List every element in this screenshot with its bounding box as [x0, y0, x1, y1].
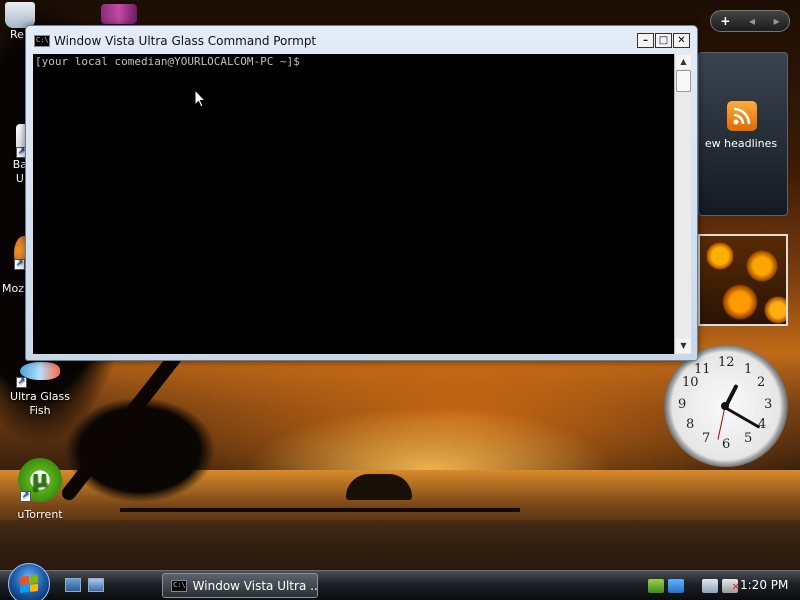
console-prompt: [your local comedian@YOURLOCALCOM-PC ~]$ [35, 55, 300, 68]
mouse-cursor-icon [194, 89, 206, 108]
taskbar-button-label: Window Vista Ultra ... [192, 578, 318, 593]
sidebar-next-button[interactable]: ▸ [774, 14, 780, 28]
windows-logo-icon [20, 575, 38, 593]
scroll-up-button[interactable]: ▲ [676, 55, 691, 69]
tray-network-check-icon[interactable] [648, 579, 664, 593]
desktop-icon-label: uTorrent [17, 508, 63, 521]
wallpaper-hut [346, 474, 412, 500]
add-gadget-button[interactable]: + [720, 14, 730, 28]
archive-icon [101, 4, 137, 24]
start-button[interactable] [8, 563, 50, 600]
taskbar-button-command-prompt[interactable]: C:\ Window Vista Ultra ... [162, 573, 318, 598]
clock-number-9: 9 [678, 397, 687, 412]
feed-headlines-gadget[interactable]: ew headlines [698, 52, 788, 216]
clock-second-hand [717, 406, 726, 440]
show-desktop-icon[interactable] [65, 578, 81, 592]
tray-network-icon[interactable] [702, 579, 718, 593]
shortcut-arrow-icon: ↗ [14, 259, 25, 270]
wallpaper-pier [120, 508, 520, 512]
clock-number-10: 10 [682, 375, 699, 390]
tray-volume-muted-icon[interactable]: ✕ [722, 579, 740, 593]
desktop-icon-archive[interactable] [96, 4, 142, 24]
clock-center-pin [721, 402, 729, 410]
close-button[interactable]: ✕ [673, 33, 690, 48]
command-prompt-icon: C:\ [34, 35, 50, 47]
feed-headlines-label: ew headlines [704, 137, 778, 150]
rss-icon [727, 101, 757, 131]
switch-windows-icon[interactable] [88, 578, 104, 592]
taskbar-clock[interactable]: 1:20 PM [740, 578, 788, 592]
scroll-down-button[interactable]: ▼ [676, 339, 691, 353]
console-output[interactable]: [your local comedian@YOURLOCALCOM-PC ~]$ [33, 54, 674, 354]
command-prompt-window[interactable]: C:\ Window Vista Ultra Glass Command Por… [25, 25, 698, 361]
desktop-icon-utorrent[interactable]: µ ↗ uTorrent [0, 458, 80, 521]
minimize-button[interactable]: – [637, 33, 654, 48]
window-title: Window Vista Ultra Glass Command Pormpt [54, 34, 317, 48]
vertical-scrollbar[interactable]: ▲ ▼ [674, 54, 691, 354]
clock-number-4: 4 [758, 417, 767, 432]
window-titlebar[interactable]: C:\ Window Vista Ultra Glass Command Por… [26, 26, 697, 56]
clock-gadget[interactable]: 12 1 2 3 4 5 6 7 8 9 10 11 [664, 345, 788, 467]
clock-number-8: 8 [686, 417, 695, 432]
sidebar-prev-button[interactable]: ◂ [749, 14, 755, 28]
tray-app-icon[interactable] [668, 579, 684, 593]
fish-icon: ↗ [16, 362, 60, 388]
clock-number-7: 7 [702, 431, 711, 446]
clock-number-6: 6 [722, 437, 731, 452]
clock-number-3: 3 [764, 397, 773, 412]
clock-number-12: 12 [718, 355, 735, 370]
desktop-icon-ultra-glass-fish[interactable]: ↗ Ultra Glass Fish [0, 362, 80, 418]
sidebar-toolbar: + ◂ ▸ [710, 10, 790, 32]
utorrent-icon: µ ↗ [18, 458, 62, 502]
slideshow-gadget-flowers[interactable] [698, 234, 788, 326]
scroll-thumb[interactable] [676, 70, 691, 92]
clock-number-11: 11 [694, 362, 711, 377]
command-prompt-icon: C:\ [171, 579, 187, 592]
shortcut-arrow-icon: ↗ [16, 377, 27, 388]
clock-number-2: 2 [757, 375, 766, 390]
clock-number-5: 5 [744, 431, 753, 446]
shortcut-arrow-icon: ↗ [20, 491, 31, 502]
clock-number-1: 1 [744, 362, 753, 377]
clock-minute-hand [724, 406, 761, 429]
taskbar: C:\ Window Vista Ultra ... ✕ 1:20 PM [0, 563, 800, 600]
maximize-button[interactable]: □ [655, 33, 672, 48]
desktop-icon-label: Ultra Glass Fish [10, 390, 70, 417]
